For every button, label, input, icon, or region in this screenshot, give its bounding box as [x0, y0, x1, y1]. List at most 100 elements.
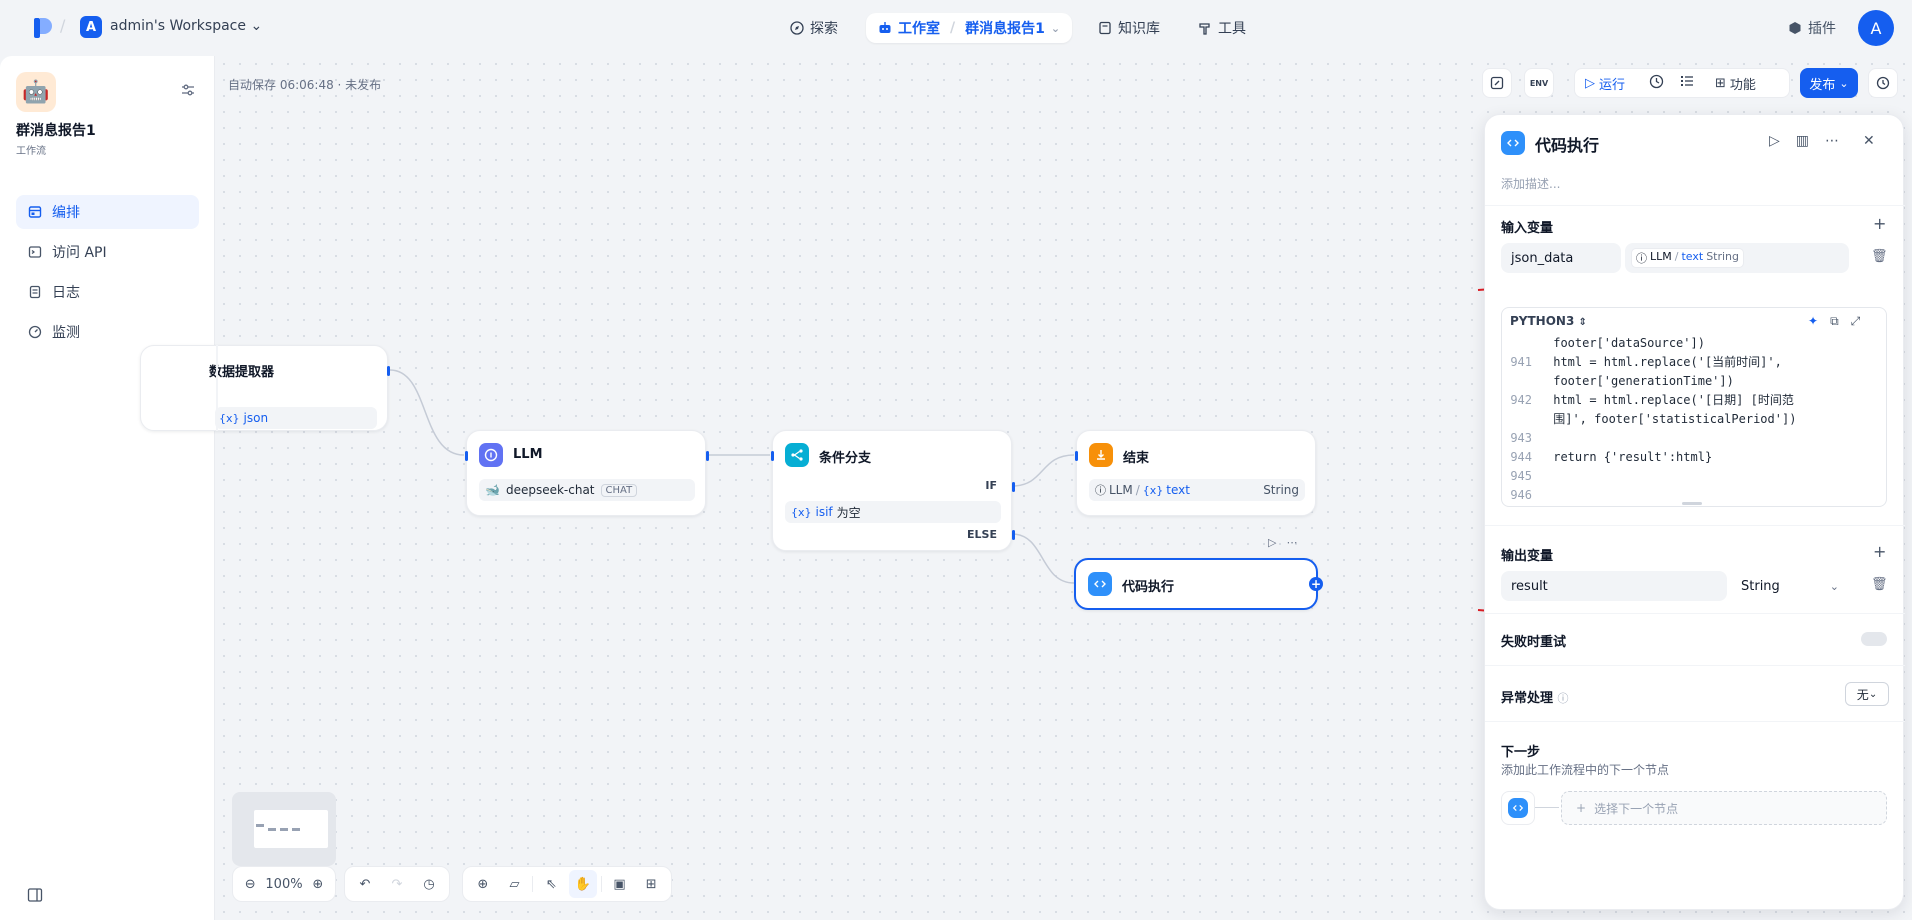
panel-title[interactable]: 代码执行 [1535, 132, 1599, 156]
variable-icon: {x} [219, 411, 240, 425]
zoom-controls: ⊖ 100% ⊕ [232, 866, 336, 902]
node-config-panel: 代码执行 ▷ ▥ ⋯ ✕ 添加描述... 输入变量 + json_data ⓘ … [1484, 114, 1905, 910]
more-icon[interactable]: ⋯ [1825, 133, 1839, 149]
resize-handle[interactable] [1682, 502, 1702, 505]
node-title: 结束 [1123, 451, 1150, 466]
end-output-var: ⓘ LLM / {x} text String [1089, 479, 1305, 501]
variable-icon: {x} [1142, 483, 1164, 497]
canvas-edge-mask [216, 345, 218, 431]
select-next-node[interactable]: + 选择下一个节点 [1561, 791, 1887, 825]
deepseek-icon: 🐋 [485, 483, 500, 497]
expand-icon[interactable]: ⤢ [1851, 314, 1861, 329]
node-title: 代码执行 [1122, 580, 1175, 595]
input-var-source[interactable]: ⓘ LLM / text String [1625, 243, 1849, 273]
code-icon [1508, 798, 1528, 818]
code-icon [1501, 131, 1525, 155]
node-output-var: {x} json [215, 407, 377, 429]
zoom-level[interactable]: 100% [265, 877, 302, 892]
model-mode-tag: CHAT [600, 483, 638, 497]
branch-icon [785, 443, 809, 467]
llm-small-icon: ⓘ [1636, 252, 1647, 265]
chevron-down-icon: ⌄ [1829, 579, 1839, 593]
error-handling-select[interactable]: 无 ⌄ [1845, 682, 1889, 706]
canvas-tools: ⊕ ▱ ⇖ ✋ ▣ ⊞ [462, 866, 672, 902]
panel-actions: ▷ ▥ ⋯ ✕ [1769, 133, 1875, 149]
node-title: 数据提取器 [209, 365, 275, 380]
if-handle[interactable] [1012, 482, 1015, 492]
variable-icon: {x} [791, 505, 812, 519]
node-end[interactable]: 结束 ⓘ LLM / {x} text String [1075, 430, 1316, 516]
node-llm[interactable]: LLM 🐋 deepseek-chat CHAT [465, 430, 709, 516]
code-icon [1088, 572, 1112, 596]
node-if-else[interactable]: 条件分支 IF {x} isif 为空 ELSE [771, 430, 1015, 551]
language-selector[interactable]: PYTHON3 ⇕ [1510, 314, 1587, 328]
export-image-icon[interactable]: ▣ [606, 870, 634, 898]
else-handle[interactable] [1012, 530, 1015, 540]
condition-var: isif [815, 505, 833, 519]
input-handle[interactable] [771, 451, 774, 461]
var-name: text [1166, 483, 1190, 497]
retry-toggle[interactable] [1861, 632, 1887, 646]
pointer-icon[interactable]: ⇖ [537, 870, 565, 898]
output-var-name[interactable]: result [1501, 571, 1727, 601]
trash-icon[interactable]: 🗑 [1871, 577, 1888, 592]
input-var-name[interactable]: json_data [1501, 243, 1621, 273]
add-node-icon[interactable]: + [1309, 577, 1323, 591]
play-icon[interactable]: ▷ [1268, 536, 1276, 549]
var-name: json [243, 411, 269, 425]
var-reference-chip: ⓘ LLM / text String [1631, 248, 1745, 268]
input-handle[interactable] [465, 451, 468, 461]
code-lines: footer['dataSource']) 941 html = html.re… [1510, 336, 1797, 502]
minimap[interactable] [232, 792, 336, 866]
next-step-label: 下一步 [1501, 745, 1541, 760]
node-code-execution[interactable]: 代码执行 + [1074, 558, 1323, 610]
condition-row: {x} isif 为空 [785, 501, 1001, 523]
copy-icon[interactable]: ⧉ [1830, 314, 1839, 329]
plus-icon: + [1576, 801, 1587, 815]
current-node-chip [1501, 791, 1535, 825]
history-controls: ↶ ↷ ◷ [344, 866, 450, 902]
add-output-icon[interactable]: + [1873, 542, 1886, 561]
input-handle[interactable] [1075, 451, 1078, 461]
redo-icon[interactable]: ↷ [383, 870, 411, 898]
help-doc-icon[interactable]: ▥ [1796, 133, 1809, 149]
condition-op: 为空 [836, 505, 861, 520]
add-note-icon[interactable]: ▱ [501, 870, 529, 898]
source-node: LLM [1109, 483, 1133, 497]
close-icon[interactable]: ✕ [1863, 133, 1875, 149]
node-title: LLM [513, 447, 543, 462]
end-icon [1089, 443, 1113, 467]
more-icon[interactable]: ⋯ [1286, 536, 1297, 549]
undo-icon[interactable]: ↶ [351, 870, 379, 898]
editor-actions: ✦ ⧉ ⤢ [1808, 314, 1860, 329]
else-label: ELSE [967, 528, 997, 541]
trash-icon[interactable]: 🗑 [1871, 249, 1888, 264]
code-editor[interactable]: PYTHON3 ⇕ ✦ ⧉ ⤢ footer['dataSource']) 94… [1501, 307, 1887, 507]
output-type-select[interactable]: String ⌄ [1731, 571, 1849, 601]
node-title: 条件分支 [819, 451, 872, 466]
description-input[interactable]: 添加描述... [1501, 175, 1560, 192]
if-label: IF [985, 479, 997, 492]
output-handle[interactable] [706, 451, 709, 461]
add-input-icon[interactable]: + [1873, 214, 1886, 233]
history-icon[interactable]: ◷ [415, 870, 443, 898]
run-node-icon[interactable]: ▷ [1769, 133, 1780, 149]
node-actions: ▷ ⋯ [1268, 536, 1297, 549]
minimap-viewport [254, 810, 328, 848]
next-step-desc: 添加此工作流程中的下一个节点 [1501, 763, 1670, 777]
output-handle[interactable] [387, 366, 390, 376]
retry-label: 失败时重试 [1501, 635, 1567, 650]
zoom-in-icon[interactable]: ⊕ [307, 870, 329, 898]
hand-icon[interactable]: ✋ [569, 870, 597, 898]
add-block-icon[interactable]: ⊕ [469, 870, 497, 898]
inputs-label: 输入变量 [1501, 221, 1554, 236]
ai-generate-icon[interactable]: ✦ [1808, 314, 1818, 329]
organize-icon[interactable]: ⊞ [637, 870, 665, 898]
model-selector: 🐋 deepseek-chat CHAT [479, 479, 695, 501]
var-type: String [1263, 483, 1299, 497]
outputs-label: 输出变量 [1501, 549, 1554, 564]
error-handling-label: 异常处理 ⓘ [1501, 691, 1569, 706]
zoom-out-icon[interactable]: ⊖ [239, 870, 261, 898]
node-data-extractor[interactable]: 数据提取器 {x} json [140, 345, 390, 431]
model-name: deepseek-chat [505, 483, 595, 497]
